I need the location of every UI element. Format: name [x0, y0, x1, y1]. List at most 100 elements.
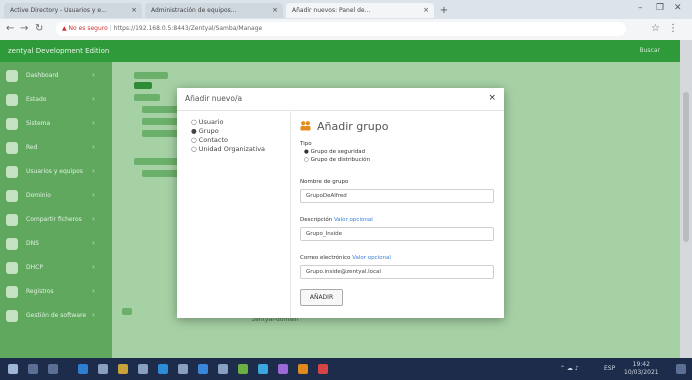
reload-icon[interactable]: ↻: [35, 23, 43, 35]
optional-note: Valor opcional: [352, 255, 391, 261]
type-option-label: Grupo: [198, 127, 219, 135]
add-group-form: Añadir grupo Tipo ● Grupo de seguridad ○…: [297, 110, 497, 318]
app-icon[interactable]: [238, 364, 248, 374]
browser-chrome: Active Directory - Usuarios y e... × Adm…: [0, 0, 692, 40]
tree-node[interactable]: [134, 94, 160, 101]
scrollbar-thumb[interactable]: [683, 92, 689, 242]
app-icon[interactable]: [298, 364, 308, 374]
search-icon[interactable]: [28, 364, 38, 374]
description-label: Descripción Valor opcional: [300, 217, 373, 224]
system-icon: [6, 118, 18, 130]
app-icon[interactable]: [218, 364, 228, 374]
menu-icon[interactable]: ⋮: [668, 23, 678, 35]
forward-icon[interactable]: →: [20, 23, 28, 35]
browser-tab[interactable]: Active Directory - Usuarios y e... ×: [4, 3, 142, 18]
app-icon[interactable]: [258, 364, 268, 374]
minimize-button[interactable]: –: [638, 3, 643, 13]
app-icon[interactable]: [198, 364, 208, 374]
clock-date: 10/03/2021: [624, 369, 659, 376]
group-icon: [300, 121, 311, 131]
store-icon[interactable]: [138, 364, 148, 374]
type-option-contact[interactable]: ○ Contacto: [191, 136, 228, 145]
dialog-header: Añadir nuevo/a ×: [177, 88, 504, 111]
browser-tab[interactable]: Administración de equipos... ×: [145, 3, 283, 18]
tree-node[interactable]: [142, 106, 182, 113]
chevron-right-icon: ›: [92, 143, 95, 151]
group-type-label: Grupo de seguridad: [310, 149, 366, 155]
software-icon: [6, 310, 18, 322]
type-option-ou[interactable]: ○ Unidad Organizativa: [191, 145, 265, 154]
app-icon[interactable]: [178, 364, 188, 374]
mail-icon[interactable]: [158, 364, 168, 374]
app-icon[interactable]: [318, 364, 328, 374]
type-option-label: Usuario: [198, 118, 224, 126]
not-secure-label: ▲ No es seguro: [62, 25, 108, 32]
sidebar-item[interactable]: Gestión de software ›: [0, 302, 112, 332]
sidebar-item-label: DNS: [26, 240, 39, 247]
clock-time: 19:42: [632, 361, 650, 368]
folder-icon[interactable]: [118, 364, 128, 374]
sidebar-item-label: Usuarios y equipos: [26, 168, 83, 175]
group-name-input[interactable]: GrupoDeAlfred: [300, 189, 494, 203]
sidebar-item-label: Dashboard: [26, 72, 59, 79]
module-icon: [6, 94, 18, 106]
tree-node[interactable]: [142, 118, 178, 125]
close-icon[interactable]: ×: [423, 3, 429, 18]
shares-icon: [6, 214, 18, 226]
edge-icon[interactable]: [78, 364, 88, 374]
group-type-distribution[interactable]: ○ Grupo de distribución: [304, 157, 370, 164]
tab-label: Administración de equipos...: [151, 7, 237, 14]
clock[interactable]: 19:42 10/03/2021: [624, 361, 659, 377]
type-label: Tipo: [300, 141, 312, 147]
chevron-right-icon: ›: [92, 263, 95, 271]
new-tab-button[interactable]: +: [437, 3, 451, 18]
tree-node[interactable]: [134, 72, 168, 79]
dns-icon: [6, 238, 18, 250]
tree-node[interactable]: [134, 158, 182, 165]
add-new-dialog: Añadir nuevo/a × ○ Usuario ● Grupo ○ Con…: [177, 88, 504, 318]
language-indicator[interactable]: ESP: [604, 364, 615, 374]
chevron-right-icon: ›: [92, 287, 95, 295]
header-search-label[interactable]: Buscar: [640, 45, 661, 57]
close-icon[interactable]: ×: [131, 3, 137, 18]
bookmark-star-icon[interactable]: ☆: [651, 23, 660, 35]
task-view-icon[interactable]: [48, 364, 58, 374]
tree-node-selected[interactable]: [134, 82, 152, 89]
description-label-text: Descripción: [300, 217, 333, 223]
url-input[interactable]: ▲ No es seguro | https://192.168.0.5:844…: [56, 22, 626, 36]
start-icon[interactable]: [8, 364, 18, 374]
tray-icons[interactable]: ⌃ ☁ ♪: [560, 364, 579, 374]
dialog-title: Añadir nuevo/a: [185, 94, 243, 103]
maximize-button[interactable]: ❐: [656, 3, 664, 13]
sidebar: Dashboard › Estado › Sistema › Red › Usu…: [0, 62, 112, 358]
dhcp-icon: [6, 262, 18, 274]
browser-tab-active[interactable]: Añadir nuevos: Panel de... ×: [286, 3, 434, 18]
type-option-group[interactable]: ● Grupo: [191, 127, 219, 136]
back-icon[interactable]: ←: [6, 23, 14, 35]
app-header: zentyal Development Edition Buscar: [0, 40, 680, 62]
tab-label: Añadir nuevos: Panel de...: [292, 7, 371, 14]
tree-node[interactable]: [122, 308, 132, 315]
app-brand: zentyal Development Edition: [8, 47, 110, 55]
address-bar-row: ← → ↻ ▲ No es seguro | https://192.168.0…: [0, 19, 692, 40]
tab-label: Active Directory - Usuarios y e...: [10, 7, 107, 14]
description-input[interactable]: Grupo_Inside: [300, 227, 494, 241]
close-icon[interactable]: ×: [272, 3, 278, 18]
tree-node[interactable]: [142, 170, 182, 177]
users-icon: [6, 166, 18, 178]
group-type-security[interactable]: ● Grupo de seguridad: [304, 149, 365, 156]
email-input[interactable]: Grupo.inside@zentyal.local: [300, 265, 494, 279]
type-option-label: Unidad Organizativa: [198, 145, 266, 153]
domain-icon: [6, 190, 18, 202]
app-icon[interactable]: [98, 364, 108, 374]
type-option-label: Contacto: [198, 136, 229, 144]
chevron-right-icon: ›: [92, 239, 95, 247]
app-icon[interactable]: [278, 364, 288, 374]
close-icon[interactable]: ×: [488, 92, 496, 104]
notifications-icon[interactable]: [676, 364, 686, 374]
sidebar-item-label: Red: [26, 144, 38, 151]
group-type-label: Grupo de distribución: [310, 157, 371, 163]
close-window-button[interactable]: ✕: [674, 3, 682, 13]
type-option-user[interactable]: ○ Usuario: [191, 118, 223, 127]
add-button[interactable]: AÑADIR: [300, 289, 343, 306]
